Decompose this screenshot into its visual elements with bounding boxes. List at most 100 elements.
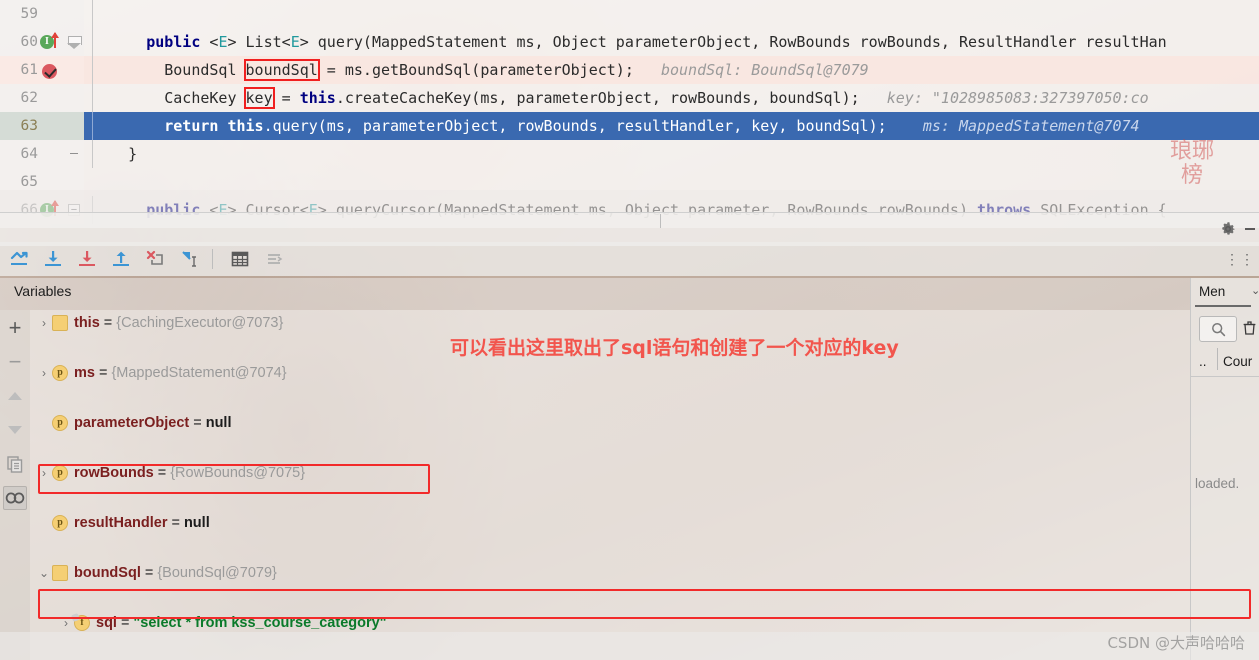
inline-hint: key: "1028985083:327397050:co bbox=[886, 89, 1149, 107]
code-text: BoundSql boundSql = ms.getBoundSql(param… bbox=[84, 56, 1259, 84]
watches-button[interactable] bbox=[3, 486, 27, 510]
gear-icon[interactable] bbox=[1219, 220, 1237, 238]
variable-value: null bbox=[183, 514, 210, 531]
variable-name: parameterObject bbox=[74, 414, 190, 431]
toolbar-separator bbox=[212, 249, 213, 269]
object-icon bbox=[52, 564, 68, 581]
panel-divider bbox=[660, 214, 661, 228]
remove-watch-button[interactable]: − bbox=[3, 349, 27, 374]
expand-chevron-icon[interactable]: › bbox=[36, 316, 52, 330]
move-up-button[interactable] bbox=[3, 384, 27, 408]
chevron-down-icon[interactable]: ⌄ bbox=[1251, 284, 1259, 297]
code-line-61[interactable]: 61 BoundSql boundSql = ms.getBoundSql(pa… bbox=[0, 56, 1259, 84]
watermark: CSDN @大声哈哈哈 bbox=[1107, 634, 1245, 652]
toolbar-overflow-icon[interactable]: ⋮⋮ bbox=[1225, 251, 1255, 268]
expand-chevron-icon[interactable]: › bbox=[36, 366, 52, 380]
trash-icon[interactable] bbox=[1243, 321, 1256, 335]
parameter-icon: p bbox=[52, 464, 68, 481]
step-out-button[interactable] bbox=[106, 244, 136, 274]
override-method-icon[interactable]: I bbox=[40, 32, 59, 51]
variables-tree[interactable]: › this = {CachingExecutor@7073} › p ms =… bbox=[30, 310, 1190, 660]
variable-row-resulthandler[interactable]: p resultHandler = null bbox=[30, 510, 1190, 535]
equals-sign: = bbox=[193, 414, 202, 431]
code-fold-end-icon[interactable] bbox=[70, 153, 78, 154]
variable-ref: {CachingExecutor@7073} bbox=[116, 314, 284, 331]
gutter-63[interactable]: 63 bbox=[0, 112, 84, 140]
gutter-59[interactable]: 59 bbox=[0, 0, 84, 28]
code-line-63[interactable]: 63 return this.query(ms, parameterObject… bbox=[0, 112, 1259, 140]
highlight-token-key: key bbox=[243, 87, 275, 109]
variable-value: null bbox=[205, 414, 232, 431]
column-header-b[interactable]: Cour bbox=[1223, 354, 1252, 369]
line-number: 64 bbox=[20, 146, 38, 162]
code-line-62[interactable]: 62 CacheKey key = this.createCacheKey(ms… bbox=[0, 84, 1259, 112]
variable-name: boundSql bbox=[74, 564, 141, 581]
breakpoint-icon[interactable] bbox=[40, 61, 58, 79]
line-number: 59 bbox=[20, 6, 38, 22]
drop-frame-button[interactable] bbox=[140, 244, 170, 274]
field-icon: f bbox=[74, 614, 90, 631]
add-watch-button[interactable]: + bbox=[3, 315, 27, 340]
code-text: return this.query(ms, parameterObject, r… bbox=[84, 112, 1259, 140]
code-fold-icon[interactable] bbox=[67, 36, 82, 49]
annotation-text: 可以看出这里取出了sql语句和创建了一个对应的key bbox=[450, 337, 899, 359]
variable-name: rowBounds bbox=[74, 464, 154, 481]
variable-row-ms[interactable]: › p ms = {MappedStatement@7074} bbox=[30, 360, 1190, 385]
gutter-62[interactable]: 62 bbox=[0, 84, 84, 112]
code-line-60[interactable]: 60 I public <E> List<E> query(MappedStat… bbox=[0, 28, 1259, 56]
panel-divider-line bbox=[1191, 376, 1259, 377]
variable-ref: {MappedStatement@7074} bbox=[111, 364, 287, 381]
variable-row-boundsql[interactable]: ⌄ boundSql = {BoundSql@7079} bbox=[30, 560, 1190, 585]
right-side-panel[interactable]: Men ⌄ .. Cour loaded. bbox=[1190, 278, 1259, 660]
step-over-button[interactable] bbox=[38, 244, 68, 274]
search-icon bbox=[1211, 322, 1225, 336]
variables-tabstrip: Variables bbox=[0, 278, 1190, 310]
code-line-59[interactable]: 59 bbox=[0, 0, 1259, 28]
line-number: 62 bbox=[20, 90, 38, 106]
code-editor[interactable]: 59 60 I public <E> List<E> query(MappedS… bbox=[0, 0, 1259, 228]
variable-row-this[interactable]: › this = {CachingExecutor@7073} bbox=[30, 310, 1190, 335]
variables-left-rail[interactable]: + − bbox=[0, 310, 30, 660]
debugger-toolbar[interactable]: ⋮⋮ bbox=[0, 242, 1259, 276]
parameter-icon: p bbox=[52, 414, 68, 431]
equals-sign: = bbox=[120, 614, 130, 631]
search-input[interactable] bbox=[1199, 316, 1237, 342]
variable-ref: {BoundSql@7079} bbox=[157, 564, 277, 581]
evaluate-expression-button[interactable] bbox=[225, 244, 255, 274]
equals-sign: = bbox=[98, 364, 108, 381]
expand-chevron-icon[interactable]: › bbox=[36, 466, 52, 480]
object-icon bbox=[52, 314, 68, 331]
inline-hint: boundSql: BoundSql@7079 bbox=[660, 61, 869, 79]
show-execution-point-button[interactable] bbox=[4, 244, 34, 274]
line-number: 63 bbox=[20, 118, 38, 134]
gutter-64[interactable]: 64 bbox=[0, 140, 84, 168]
minimize-icon[interactable] bbox=[1245, 228, 1255, 230]
tab-variables[interactable]: Variables bbox=[14, 283, 71, 299]
equals-sign: = bbox=[171, 514, 180, 531]
code-line-64[interactable]: 64 } bbox=[0, 140, 1259, 168]
column-header-a[interactable]: .. bbox=[1199, 354, 1207, 369]
collapse-chevron-icon[interactable]: ⌄ bbox=[36, 566, 52, 580]
highlight-token-boundsql: boundSql bbox=[243, 59, 320, 81]
run-to-cursor-button[interactable] bbox=[174, 244, 204, 274]
copy-value-button[interactable] bbox=[3, 452, 27, 476]
code-text: } bbox=[84, 140, 1259, 168]
move-down-button[interactable] bbox=[3, 418, 27, 442]
variable-row-rowbounds[interactable]: › p rowBounds = {RowBounds@7075} bbox=[30, 460, 1190, 485]
code-text: CacheKey key = this.createCacheKey(ms, p… bbox=[84, 84, 1259, 112]
layout-settings-button[interactable] bbox=[259, 244, 289, 274]
step-into-button[interactable] bbox=[72, 244, 102, 274]
tab-memory[interactable]: Men bbox=[1199, 284, 1225, 299]
column-divider[interactable] bbox=[1217, 348, 1218, 370]
variable-name: sql bbox=[96, 614, 117, 631]
line-number: 61 bbox=[20, 62, 38, 78]
parameter-icon: p bbox=[52, 514, 68, 531]
gutter-60[interactable]: 60 I bbox=[0, 28, 84, 56]
gutter-61[interactable]: 61 bbox=[0, 56, 84, 84]
equals-sign: = bbox=[144, 564, 154, 581]
variable-name: ms bbox=[74, 364, 95, 381]
variable-row-parameterobject[interactable]: p parameterObject = null bbox=[30, 410, 1190, 435]
code-text: public <E> List<E> query(MappedStatement… bbox=[84, 28, 1259, 56]
inline-hint: ms: MappedStatement@7074 bbox=[922, 117, 1140, 135]
tab-underline bbox=[1195, 305, 1251, 307]
